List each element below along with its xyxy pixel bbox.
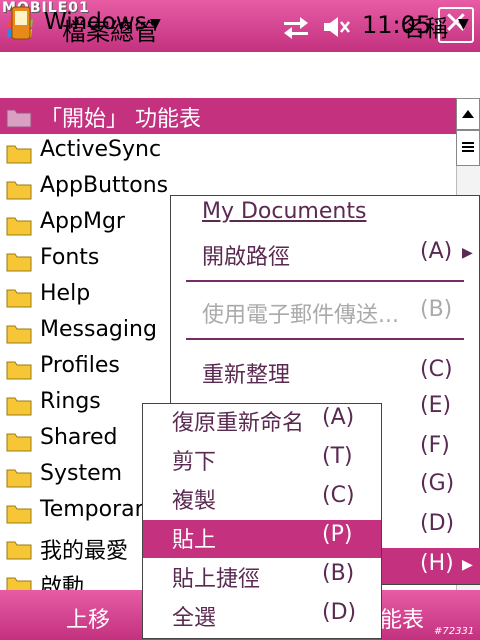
list-item-label: Temporar — [40, 497, 144, 522]
list-item-label: AppMgr — [40, 209, 125, 234]
menu-accel: (A) — [322, 405, 355, 430]
list-item-label: 「開始」 功能表 — [40, 107, 201, 132]
footer-tag: #72331 — [434, 626, 475, 637]
menu-accel: (P) — [322, 522, 353, 547]
scroll-thumb[interactable] — [456, 130, 480, 166]
menu-accel: (B) — [420, 297, 453, 322]
list-item-label: Shared — [40, 425, 118, 450]
folder-icon — [6, 253, 32, 272]
folder-dropdown[interactable]: Windows — [44, 9, 147, 35]
list-item[interactable]: 「開始」 功能表 — [0, 98, 456, 134]
list-item-label: AppButtons — [40, 173, 169, 198]
menu-accel[interactable]: (H) — [420, 551, 454, 576]
menu-item[interactable]: 複製 — [172, 483, 216, 515]
menu-item-send-email: 使用電子郵件傳送... — [202, 303, 399, 328]
menu-item[interactable]: 復原重新命名 — [172, 405, 304, 437]
device-icon — [11, 6, 31, 40]
list-item-label: 我的最愛 — [40, 539, 129, 564]
triangle-up-icon — [462, 110, 474, 118]
menu-item[interactable]: 全選 — [172, 600, 216, 632]
softkey-left[interactable]: 上移 — [66, 602, 110, 634]
menu-item-open-path[interactable]: 開啟路徑 — [202, 239, 290, 271]
menu-separator — [186, 338, 464, 340]
list-item-label: Profiles — [40, 353, 120, 378]
menu-item-refresh[interactable]: 重新整理 — [202, 357, 290, 389]
menu-accel[interactable]: (G) — [420, 471, 454, 496]
menu-separator — [186, 280, 464, 282]
menu-accel: (T) — [322, 444, 353, 469]
folder-icon — [6, 397, 32, 416]
list-item-label: System — [40, 461, 123, 486]
folder-icon — [6, 109, 32, 128]
list-item-label: Fonts — [40, 245, 100, 270]
menu-accel: (A) — [420, 239, 453, 264]
chevron-down-icon[interactable]: ▼ — [150, 16, 161, 32]
menu-item[interactable]: 貼上捷徑 — [172, 561, 260, 593]
folder-icon — [6, 469, 32, 488]
folder-icon — [6, 433, 32, 452]
folder-icon — [6, 181, 32, 200]
list-item-label: Help — [40, 281, 91, 306]
menu-item-my-documents[interactable]: My Documents — [202, 199, 366, 224]
folder-icon — [6, 145, 32, 164]
menu-accel[interactable]: (E) — [420, 393, 451, 418]
folder-icon — [6, 577, 32, 590]
submenu-arrow-icon: ▶ — [462, 557, 473, 573]
menu-item[interactable]: 貼上 — [172, 522, 216, 554]
folder-icon — [6, 325, 32, 344]
folder-icon — [6, 505, 32, 524]
menu-accel: (B) — [322, 561, 355, 586]
address-bar — [0, 52, 480, 99]
folder-icon — [6, 289, 32, 308]
list-item-label: 啟動 — [40, 575, 85, 590]
chevron-down-icon[interactable]: ▼ — [458, 16, 469, 32]
folder-icon — [6, 541, 32, 560]
submenu-arrow-icon: ▶ — [462, 245, 473, 261]
speaker-icon[interactable] — [322, 14, 350, 40]
softkey-right[interactable]: 能表 — [380, 602, 424, 634]
sync-arrows-icon[interactable] — [282, 14, 310, 40]
scroll-up-button[interactable] — [456, 98, 480, 130]
list-item-label: Messaging — [40, 317, 157, 342]
folder-icon — [6, 217, 32, 236]
menu-accel: (C) — [322, 483, 355, 508]
list-item[interactable]: ActiveSync — [0, 134, 456, 170]
list-item-label: Rings — [40, 389, 101, 414]
menu-accel: (C) — [420, 357, 453, 382]
sort-dropdown[interactable]: 名稱 — [402, 9, 448, 43]
menu-accel[interactable]: (D) — [420, 511, 454, 536]
menu-item[interactable]: 剪下 — [172, 444, 216, 476]
menu-accel: (D) — [322, 600, 357, 625]
folder-icon — [6, 361, 32, 380]
menu-accel[interactable]: (F) — [420, 433, 450, 458]
grip-icon — [462, 142, 474, 152]
list-item-label: ActiveSync — [40, 137, 162, 162]
